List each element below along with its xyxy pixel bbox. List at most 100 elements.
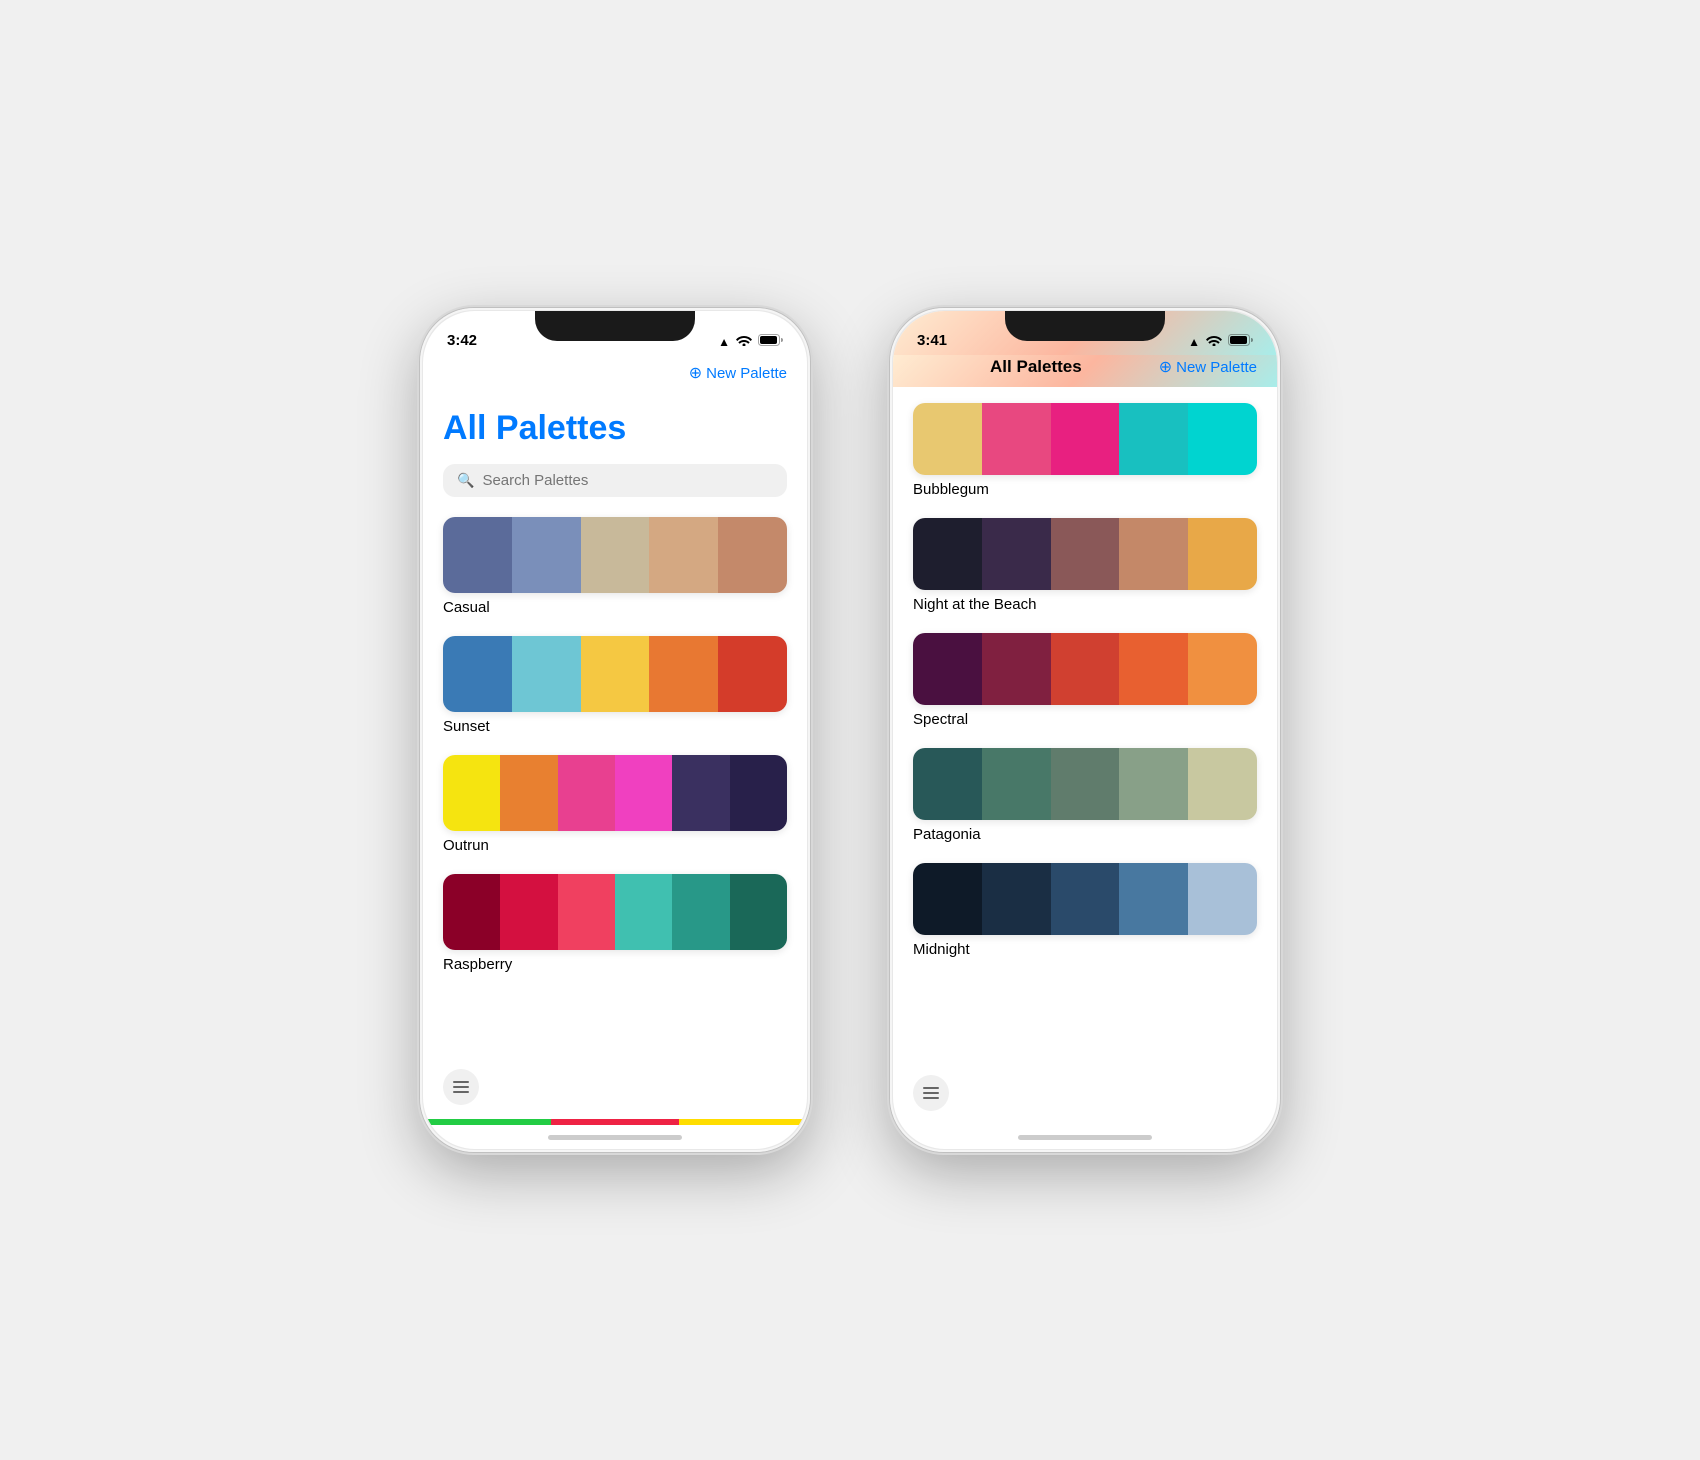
palette-name-patagonia: Patagonia: [913, 826, 1257, 843]
time-1: 3:42: [447, 332, 477, 349]
swatch-midnight-4: [1119, 863, 1188, 935]
time-2: 3:41: [917, 332, 947, 349]
palette-item-patagonia[interactable]: Patagonia: [913, 748, 1257, 843]
swatch-outrun-1: [443, 755, 500, 831]
swatch-bubblegum-4: [1119, 403, 1188, 475]
nav-title-2: All Palettes: [990, 357, 1082, 377]
plus-icon-2: ⊕: [1159, 357, 1172, 377]
swatch-bubblegum-5: [1188, 403, 1257, 475]
palette-swatch-sunset: [443, 636, 787, 712]
palette-item-nightbeach[interactable]: Night at the Beach: [913, 518, 1257, 613]
swatch-bubblegum-3: [1051, 403, 1120, 475]
swatch-bubblegum-2: [982, 403, 1051, 475]
new-palette-btn-1[interactable]: ⊕ New Palette: [689, 363, 787, 383]
swatch-nightbeach-5: [1188, 518, 1257, 590]
palette-name-spectral: Spectral: [913, 711, 1257, 728]
swatch-spectral-2: [982, 633, 1051, 705]
palette-name-raspberry: Raspberry: [443, 956, 787, 973]
wifi-icon-2: [1206, 334, 1222, 349]
swatch-raspberry-1: [443, 874, 500, 950]
menu-btn-1[interactable]: [443, 1069, 479, 1105]
swatch-raspberry-5: [672, 874, 729, 950]
phone-1: 3:42 ▲: [420, 308, 810, 1152]
swatch-patagonia-4: [1119, 748, 1188, 820]
tab-bar-1: [423, 1059, 807, 1119]
swatch-nightbeach-2: [982, 518, 1051, 590]
search-bar-1[interactable]: 🔍: [443, 464, 787, 497]
search-icon-1: 🔍: [457, 472, 474, 489]
palette-name-bubblegum: Bubblegum: [913, 481, 1257, 498]
swatch-patagonia-1: [913, 748, 982, 820]
scroll-content-2[interactable]: Bubblegum Night at the Beach: [893, 387, 1277, 1065]
palette-item-bubblegum[interactable]: Bubblegum: [913, 403, 1257, 498]
tab-bar-2: [893, 1065, 1277, 1125]
palette-item-midnight[interactable]: Midnight: [913, 863, 1257, 958]
palette-swatch-raspberry: [443, 874, 787, 950]
swatch-outrun-6: [730, 755, 787, 831]
palette-swatch-spectral: [913, 633, 1257, 705]
palette-name-midnight: Midnight: [913, 941, 1257, 958]
new-palette-label-1: New Palette: [706, 365, 787, 382]
swatch-midnight-1: [913, 863, 982, 935]
swatch-outrun-5: [672, 755, 729, 831]
palette-swatch-midnight: [913, 863, 1257, 935]
swatch-sunset-5: [718, 636, 787, 712]
phone-2: 3:41 ▲: [890, 308, 1280, 1152]
home-bar-2: [1018, 1135, 1152, 1140]
swatch-raspberry-6: [730, 874, 787, 950]
swatch-patagonia-2: [982, 748, 1051, 820]
swatch-patagonia-5: [1188, 748, 1257, 820]
palette-swatch-patagonia: [913, 748, 1257, 820]
home-indicator-1: [423, 1125, 807, 1149]
page-title-1: All Palettes: [443, 409, 787, 448]
new-palette-btn-2[interactable]: ⊕ New Palette: [1159, 357, 1257, 377]
battery-icon-2: [1228, 334, 1253, 349]
swatch-midnight-3: [1051, 863, 1120, 935]
swatch-raspberry-3: [558, 874, 615, 950]
swatch-midnight-5: [1188, 863, 1257, 935]
swatch-casual-3: [581, 517, 650, 593]
swatch-midnight-2: [982, 863, 1051, 935]
palette-item-casual[interactable]: Casual: [443, 517, 787, 616]
palette-name-sunset: Sunset: [443, 718, 787, 735]
swatch-raspberry-2: [500, 874, 557, 950]
swatch-spectral-4: [1119, 633, 1188, 705]
palette-name-casual: Casual: [443, 599, 787, 616]
wifi-icon-1: [736, 334, 752, 349]
swatch-outrun-4: [615, 755, 672, 831]
palette-swatch-casual: [443, 517, 787, 593]
swatch-sunset-1: [443, 636, 512, 712]
palette-item-spectral[interactable]: Spectral: [913, 633, 1257, 728]
palette-name-nightbeach: Night at the Beach: [913, 596, 1257, 613]
palette-item-outrun[interactable]: Outrun: [443, 755, 787, 854]
swatch-outrun-3: [558, 755, 615, 831]
swatch-nightbeach-1: [913, 518, 982, 590]
swatch-nightbeach-3: [1051, 518, 1120, 590]
status-icons-2: ▲: [1188, 334, 1253, 349]
swatch-patagonia-3: [1051, 748, 1120, 820]
swatch-spectral-5: [1188, 633, 1257, 705]
swatch-sunset-2: [512, 636, 581, 712]
signal-icon-1: ▲: [718, 335, 730, 349]
home-indicator-2: [893, 1125, 1277, 1149]
palette-swatch-outrun: [443, 755, 787, 831]
search-input-1[interactable]: [482, 472, 773, 489]
swatch-outrun-2: [500, 755, 557, 831]
swatch-casual-1: [443, 517, 512, 593]
nav-bar-1: ⊕ New Palette: [423, 355, 807, 393]
palette-swatch-nightbeach: [913, 518, 1257, 590]
new-palette-label-2: New Palette: [1176, 359, 1257, 376]
signal-icon-2: ▲: [1188, 335, 1200, 349]
palette-item-sunset[interactable]: Sunset: [443, 636, 787, 735]
battery-icon-1: [758, 334, 783, 349]
scroll-content-1[interactable]: All Palettes 🔍 Casual: [423, 393, 807, 1059]
plus-icon-1: ⊕: [689, 363, 702, 383]
home-bar-1: [548, 1135, 682, 1140]
notch-1: [535, 311, 695, 341]
swatch-bubblegum-1: [913, 403, 982, 475]
swatch-casual-2: [512, 517, 581, 593]
swatch-sunset-3: [581, 636, 650, 712]
notch-2: [1005, 311, 1165, 341]
menu-btn-2[interactable]: [913, 1075, 949, 1111]
palette-item-raspberry[interactable]: Raspberry: [443, 874, 787, 973]
